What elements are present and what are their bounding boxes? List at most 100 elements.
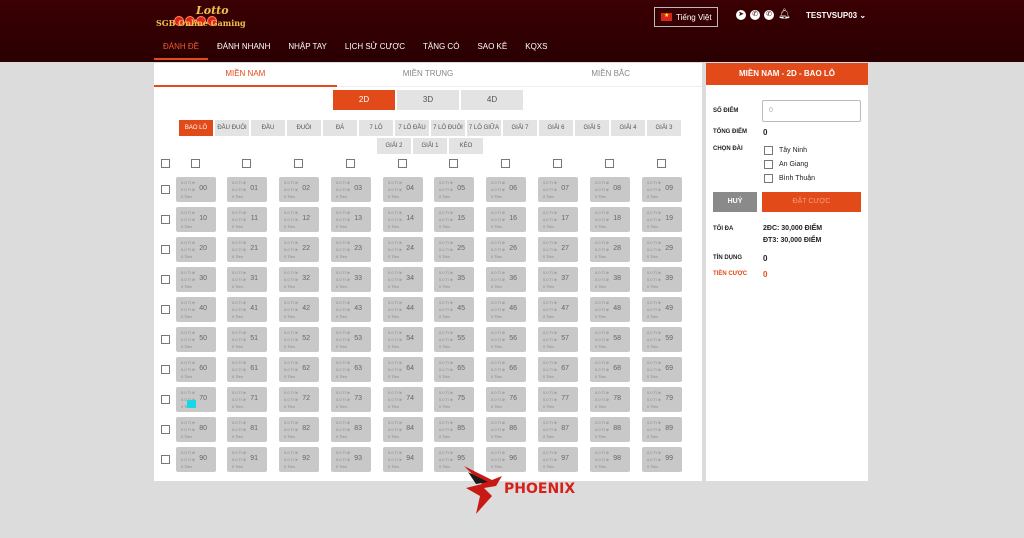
dai-checkbox[interactable] bbox=[764, 160, 773, 169]
nav-item-0[interactable]: ĐÁNH ĐỀ bbox=[154, 40, 209, 60]
number-cell[interactable]: 0.0 Ti lệ 0.0 Ti lệ 0 Tiền 61 bbox=[227, 357, 267, 382]
number-cell[interactable]: 0.0 Ti lệ 0.0 Ti lệ 0 Tiền 86 bbox=[486, 417, 526, 442]
number-cell[interactable]: 0.0 Ti lệ 0.0 Ti lệ 0 Tiền 88 bbox=[590, 417, 630, 442]
bet-type-13[interactable]: GIẢI 3 bbox=[647, 120, 681, 136]
number-cell[interactable]: 0.0 Ti lệ 0.0 Ti lệ 0 Tiền 91 bbox=[227, 447, 267, 472]
number-cell[interactable]: 0.0 Ti lệ 0.0 Ti lệ 0 Tiền 33 bbox=[331, 267, 371, 292]
row-checkbox[interactable] bbox=[161, 395, 170, 404]
number-cell[interactable]: 0.0 Ti lệ 0.0 Ti lệ 0 Tiền 49 bbox=[642, 297, 682, 322]
number-cell[interactable]: 0.0 Ti lệ 0.0 Ti lệ 0 Tiền 44 bbox=[383, 297, 423, 322]
bet-type-12[interactable]: GIẢI 4 bbox=[611, 120, 645, 136]
number-cell[interactable]: 0.0 Ti lệ 0.0 Ti lệ 0 Tiền 46 bbox=[486, 297, 526, 322]
column-checkbox[interactable] bbox=[449, 159, 458, 168]
column-checkbox[interactable] bbox=[191, 159, 200, 168]
number-cell[interactable]: 0.0 Ti lệ 0.0 Ti lệ 0 Tiền 71 bbox=[227, 387, 267, 412]
bet-type-0[interactable]: BAO LÔ bbox=[179, 120, 213, 136]
bet-type-15[interactable]: GIẢI 1 bbox=[413, 138, 447, 154]
number-cell[interactable]: 0.0 Ti lệ 0.0 Ti lệ 0 Tiền 77 bbox=[538, 387, 578, 412]
number-cell[interactable]: 0.0 Ti lệ 0.0 Ti lệ 0 Tiền 57 bbox=[538, 327, 578, 352]
dai-option-2[interactable]: An Giang bbox=[764, 160, 808, 169]
number-cell[interactable]: 0.0 Ti lệ 0.0 Ti lệ 0 Tiền 93 bbox=[331, 447, 371, 472]
row-checkbox[interactable] bbox=[161, 245, 170, 254]
number-cell[interactable]: 0.0 Ti lệ 0.0 Ti lệ 0 Tiền 54 bbox=[383, 327, 423, 352]
number-cell[interactable]: 0.0 Ti lệ 0.0 Ti lệ 0 Tiền 31 bbox=[227, 267, 267, 292]
site-logo[interactable]: Lotto SGB Online Gaming bbox=[156, 4, 266, 34]
tab-region-1[interactable]: MIỀN TRUNG bbox=[336, 63, 520, 87]
nav-item-6[interactable]: KQXS bbox=[516, 40, 556, 60]
tab-region-0[interactable]: MIỀN NAM bbox=[154, 63, 337, 87]
row-checkbox[interactable] bbox=[161, 365, 170, 374]
number-cell[interactable]: 0.0 Ti lệ 0.0 Ti lệ 0 Tiền 53 bbox=[331, 327, 371, 352]
user-menu[interactable]: TESTVSUP03 ⌄ bbox=[806, 11, 866, 20]
number-cell[interactable]: 0.0 Ti lệ 0.0 Ti lệ 0 Tiền 79 bbox=[642, 387, 682, 412]
number-cell[interactable]: 0.0 Ti lệ 0.0 Ti lệ 0 Tiền 01 bbox=[227, 177, 267, 202]
place-bet-button[interactable]: ĐẶT CƯỢC bbox=[762, 192, 861, 212]
number-cell[interactable]: 0.0 Ti lệ 0.0 Ti lệ 0 Tiền 39 bbox=[642, 267, 682, 292]
number-cell[interactable]: 0.0 Ti lệ 0.0 Ti lệ 0 Tiền 99 bbox=[642, 447, 682, 472]
dai-option-1[interactable]: Tây Ninh bbox=[764, 146, 807, 155]
number-cell[interactable]: 0.0 Ti lệ 0.0 Ti lệ 0 Tiền 09 bbox=[642, 177, 682, 202]
number-cell[interactable]: 0.0 Ti lệ 0.0 Ti lệ 0 Tiền 22 bbox=[279, 237, 319, 262]
number-cell[interactable]: 0.0 Ti lệ 0.0 Ti lệ 0 Tiền 45 bbox=[434, 297, 474, 322]
column-checkbox[interactable] bbox=[501, 159, 510, 168]
number-cell[interactable]: 0.0 Ti lệ 0.0 Ti lệ 0 Tiền 08 bbox=[590, 177, 630, 202]
number-cell[interactable]: 0.0 Ti lệ 0.0 Ti lệ 0 Tiền 02 bbox=[279, 177, 319, 202]
bet-type-5[interactable]: 7 LÔ bbox=[359, 120, 393, 136]
number-cell[interactable]: 0.0 Ti lệ0.0 Ti lệ0 Tiền70 bbox=[176, 387, 216, 412]
bet-type-10[interactable]: GIẢI 6 bbox=[539, 120, 573, 136]
number-cell[interactable]: 0.0 Ti lệ 0.0 Ti lệ 0 Tiền 72 bbox=[279, 387, 319, 412]
number-cell[interactable]: 0.0 Ti lệ 0.0 Ti lệ 0 Tiền 41 bbox=[227, 297, 267, 322]
column-checkbox[interactable] bbox=[242, 159, 251, 168]
number-cell[interactable]: 0.0 Ti lệ 0.0 Ti lệ 0 Tiền 62 bbox=[279, 357, 319, 382]
column-checkbox[interactable] bbox=[294, 159, 303, 168]
bet-type-11[interactable]: GIẢI 5 bbox=[575, 120, 609, 136]
bet-type-7[interactable]: 7 LÔ ĐUÔI bbox=[431, 120, 465, 136]
number-cell[interactable]: 0.0 Ti lệ 0.0 Ti lệ 0 Tiền 80 bbox=[176, 417, 216, 442]
number-cell[interactable]: 0.0 Ti lệ 0.0 Ti lệ 0 Tiền 87 bbox=[538, 417, 578, 442]
row-checkbox[interactable] bbox=[161, 185, 170, 194]
number-cell[interactable]: 0.0 Ti lệ 0.0 Ti lệ 0 Tiền 65 bbox=[434, 357, 474, 382]
number-cell[interactable]: 0.0 Ti lệ 0.0 Ti lệ 0 Tiền 55 bbox=[434, 327, 474, 352]
number-cell[interactable]: 0.0 Ti lệ 0.0 Ti lệ 0 Tiền 74 bbox=[383, 387, 423, 412]
number-cell[interactable]: 0.0 Ti lệ 0.0 Ti lệ 0 Tiền 11 bbox=[227, 207, 267, 232]
so-diem-input[interactable]: 0 bbox=[762, 100, 861, 122]
bet-type-6[interactable]: 7 LÔ ĐẦU bbox=[395, 120, 429, 136]
column-checkbox[interactable] bbox=[605, 159, 614, 168]
number-cell[interactable]: 0.0 Ti lệ 0.0 Ti lệ 0 Tiền 19 bbox=[642, 207, 682, 232]
number-cell[interactable]: 0.0 Ti lệ 0.0 Ti lệ 0 Tiền 59 bbox=[642, 327, 682, 352]
bell-icon[interactable]: 🔔︎ bbox=[778, 10, 791, 20]
number-cell[interactable]: 0.0 Ti lệ 0.0 Ti lệ 0 Tiền 68 bbox=[590, 357, 630, 382]
number-cell[interactable]: 0.0 Ti lệ 0.0 Ti lệ 0 Tiền 34 bbox=[383, 267, 423, 292]
number-cell[interactable]: 0.0 Ti lệ 0.0 Ti lệ 0 Tiền 06 bbox=[486, 177, 526, 202]
bet-type-9[interactable]: GIẢI 7 bbox=[503, 120, 537, 136]
bet-type-3[interactable]: ĐUÔI bbox=[287, 120, 321, 136]
number-cell[interactable]: 0.0 Ti lệ 0.0 Ti lệ 0 Tiền 66 bbox=[486, 357, 526, 382]
tab-digit-0[interactable]: 2D bbox=[333, 90, 395, 110]
row-checkbox[interactable] bbox=[161, 455, 170, 464]
nav-item-1[interactable]: ĐÁNH NHANH bbox=[208, 40, 279, 60]
number-cell[interactable]: 0.0 Ti lệ 0.0 Ti lệ 0 Tiền 94 bbox=[383, 447, 423, 472]
number-cell[interactable]: 0.0 Ti lệ 0.0 Ti lệ 0 Tiền 32 bbox=[279, 267, 319, 292]
number-cell[interactable]: 0.0 Ti lệ 0.0 Ti lệ 0 Tiền 03 bbox=[331, 177, 371, 202]
row-checkbox[interactable] bbox=[161, 425, 170, 434]
number-cell[interactable]: 0.0 Ti lệ 0.0 Ti lệ 0 Tiền 10 bbox=[176, 207, 216, 232]
number-cell[interactable]: 0.0 Ti lệ 0.0 Ti lệ 0 Tiền 82 bbox=[279, 417, 319, 442]
number-cell[interactable]: 0.0 Ti lệ 0.0 Ti lệ 0 Tiền 12 bbox=[279, 207, 319, 232]
number-cell[interactable]: 0.0 Ti lệ 0.0 Ti lệ 0 Tiền 84 bbox=[383, 417, 423, 442]
number-cell[interactable]: 0.0 Ti lệ 0.0 Ti lệ 0 Tiền 60 bbox=[176, 357, 216, 382]
dai-checkbox[interactable] bbox=[764, 146, 773, 155]
number-cell[interactable]: 0.0 Ti lệ 0.0 Ti lệ 0 Tiền 50 bbox=[176, 327, 216, 352]
number-cell[interactable]: 0.0 Ti lệ 0.0 Ti lệ 0 Tiền 73 bbox=[331, 387, 371, 412]
number-cell[interactable]: 0.0 Ti lệ 0.0 Ti lệ 0 Tiền 92 bbox=[279, 447, 319, 472]
number-cell[interactable]: 0.0 Ti lệ 0.0 Ti lệ 0 Tiền 40 bbox=[176, 297, 216, 322]
column-checkbox[interactable] bbox=[346, 159, 355, 168]
number-cell[interactable]: 0.0 Ti lệ 0.0 Ti lệ 0 Tiền 27 bbox=[538, 237, 578, 262]
number-cell[interactable]: 0.0 Ti lệ 0.0 Ti lệ 0 Tiền 64 bbox=[383, 357, 423, 382]
bet-type-1[interactable]: ĐẦU ĐUÔI bbox=[215, 120, 249, 136]
number-cell[interactable]: 0.0 Ti lệ 0.0 Ti lệ 0 Tiền 90 bbox=[176, 447, 216, 472]
number-cell[interactable]: 0.0 Ti lệ 0.0 Ti lệ 0 Tiền 20 bbox=[176, 237, 216, 262]
dai-option-3[interactable]: Bình Thuận bbox=[764, 174, 815, 183]
number-cell[interactable]: 0.0 Ti lệ 0.0 Ti lệ 0 Tiền 47 bbox=[538, 297, 578, 322]
number-cell[interactable]: 0.0 Ti lệ 0.0 Ti lệ 0 Tiền 21 bbox=[227, 237, 267, 262]
number-cell[interactable]: 0.0 Ti lệ 0.0 Ti lệ 0 Tiền 58 bbox=[590, 327, 630, 352]
